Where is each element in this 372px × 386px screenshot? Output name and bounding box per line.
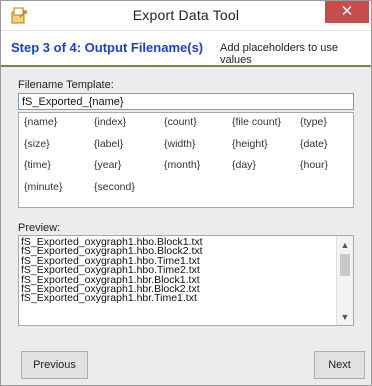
list-item[interactable]: fS_Exported_oxygraph1.hbr.Time1.txt — [21, 293, 331, 304]
placeholder-time[interactable]: {time} — [24, 159, 51, 171]
placeholder-hour[interactable]: {hour} — [300, 159, 328, 171]
placeholder-day[interactable]: {day} — [232, 159, 256, 171]
previous-button[interactable]: Previous — [21, 351, 88, 379]
placeholder-minute[interactable]: {minute} — [24, 181, 63, 193]
filename-template-input[interactable]: fS_Exported_{name} — [18, 93, 354, 110]
placeholder-date[interactable]: {date} — [300, 138, 327, 150]
scroll-down-icon[interactable]: ▼ — [337, 310, 353, 324]
placeholder-type[interactable]: {type} — [300, 116, 327, 128]
title-bar: Export Data Tool ✕ — [1, 1, 371, 31]
next-button[interactable]: Next — [314, 351, 365, 379]
placeholder-panel: {name} {index} {count} {file count} {typ… — [18, 112, 354, 208]
filename-template-label: Filename Template: — [18, 79, 114, 91]
placeholder-month[interactable]: {month} — [164, 159, 200, 171]
placeholder-width[interactable]: {width} — [164, 138, 196, 150]
placeholder-height[interactable]: {height} — [232, 138, 268, 150]
step-hint: Add placeholders to use values — [220, 42, 339, 66]
step-title: Step 3 of 4: Output Filename(s) — [11, 40, 204, 55]
scroll-thumb[interactable] — [340, 254, 350, 276]
window-title: Export Data Tool — [132, 7, 240, 23]
preview-scrollbar[interactable]: ▲ ▼ — [336, 236, 353, 325]
step-header: Step 3 of 4: Output Filename(s) Add plac… — [1, 31, 371, 67]
placeholder-year[interactable]: {year} — [94, 159, 121, 171]
placeholder-name[interactable]: {name} — [24, 116, 57, 128]
placeholder-second[interactable]: {second} — [94, 181, 135, 193]
export-data-tool-window: Export Data Tool ✕ Step 3 of 4: Output F… — [0, 0, 372, 386]
placeholder-index[interactable]: {index} — [94, 116, 126, 128]
placeholder-label[interactable]: {label} — [94, 138, 123, 150]
placeholder-file-count[interactable]: {file count} — [232, 116, 281, 128]
preview-label: Preview: — [18, 222, 61, 234]
placeholder-size[interactable]: {size} — [24, 138, 50, 150]
placeholder-count[interactable]: {count} — [164, 116, 197, 128]
close-button[interactable]: ✕ — [325, 1, 369, 23]
preview-items: fS_Exported_oxygraph1.hbo.Block1.txt fS_… — [21, 237, 331, 304]
preview-list[interactable]: fS_Exported_oxygraph1.hbo.Block1.txt fS_… — [18, 235, 354, 326]
scroll-up-icon[interactable]: ▲ — [337, 238, 353, 252]
